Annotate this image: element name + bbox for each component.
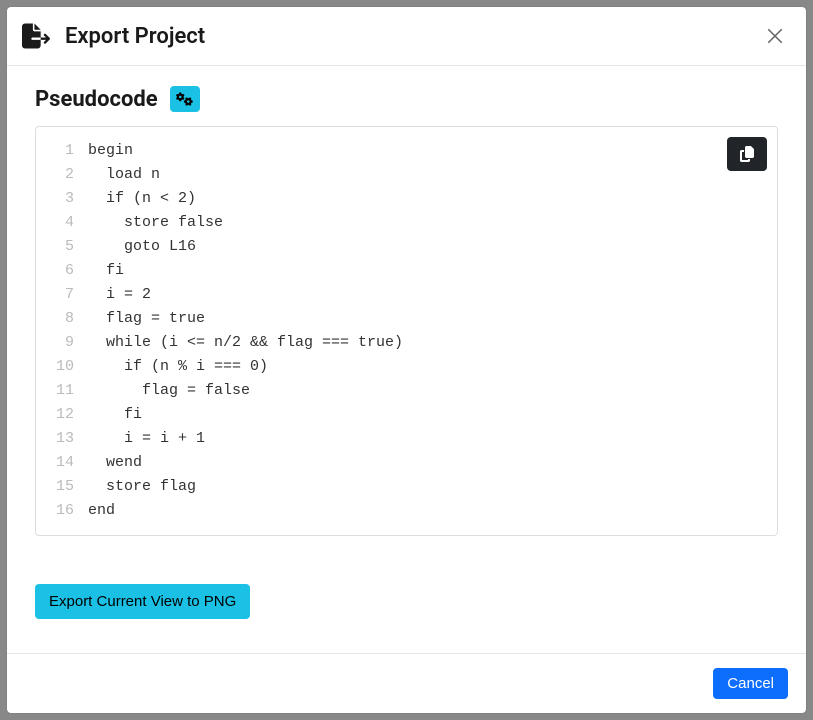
modal-title-wrap: Export Project [21,21,205,51]
line-number: 2 [54,163,74,187]
code-line: while (i <= n/2 && flag === true) [88,331,777,355]
code-line: load n [88,163,777,187]
gears-icon [176,92,193,106]
export-png-button[interactable]: Export Current View to PNG [35,584,250,619]
code-line: store flag [88,475,777,499]
code-line: fi [88,259,777,283]
code-line: i = 2 [88,283,777,307]
code-line: goto L16 [88,235,777,259]
line-number: 14 [54,451,74,475]
code-line: begin [88,139,777,163]
line-number: 4 [54,211,74,235]
copy-icon [739,146,755,162]
section-title: Pseudocode [35,87,158,112]
file-export-icon [21,21,51,51]
line-gutter: 12345678910111213141516 [36,139,88,523]
line-number: 5 [54,235,74,259]
line-number: 15 [54,475,74,499]
code-line: if (n % i === 0) [88,355,777,379]
code-line: flag = false [88,379,777,403]
close-button[interactable] [762,23,788,49]
line-number: 1 [54,139,74,163]
code-line: if (n < 2) [88,187,777,211]
line-number: 16 [54,499,74,523]
line-number: 11 [54,379,74,403]
pseudocode-settings-button[interactable] [170,86,200,112]
code-block: 12345678910111213141516 begin load n if … [36,127,777,535]
code-line: fi [88,403,777,427]
line-number: 6 [54,259,74,283]
code-line: store false [88,211,777,235]
line-number: 10 [54,355,74,379]
line-number: 7 [54,283,74,307]
line-number: 13 [54,427,74,451]
modal-footer: Cancel [7,653,806,713]
close-icon [766,27,784,45]
code-line: i = i + 1 [88,427,777,451]
modal-body: Pseudocode 12345678910111213141516 begin… [7,66,806,653]
section-header: Pseudocode [35,86,778,112]
code-panel: 12345678910111213141516 begin load n if … [35,126,778,536]
cancel-button[interactable]: Cancel [713,668,788,699]
code-line: wend [88,451,777,475]
modal-title: Export Project [65,24,205,49]
code-lines: begin load n if (n < 2) store false goto… [88,139,777,523]
line-number: 9 [54,331,74,355]
copy-button[interactable] [727,137,767,171]
line-number: 12 [54,403,74,427]
code-line: end [88,499,777,523]
export-modal: Export Project Pseudocode [7,7,806,713]
modal-header: Export Project [7,7,806,66]
line-number: 8 [54,307,74,331]
line-number: 3 [54,187,74,211]
code-line: flag = true [88,307,777,331]
